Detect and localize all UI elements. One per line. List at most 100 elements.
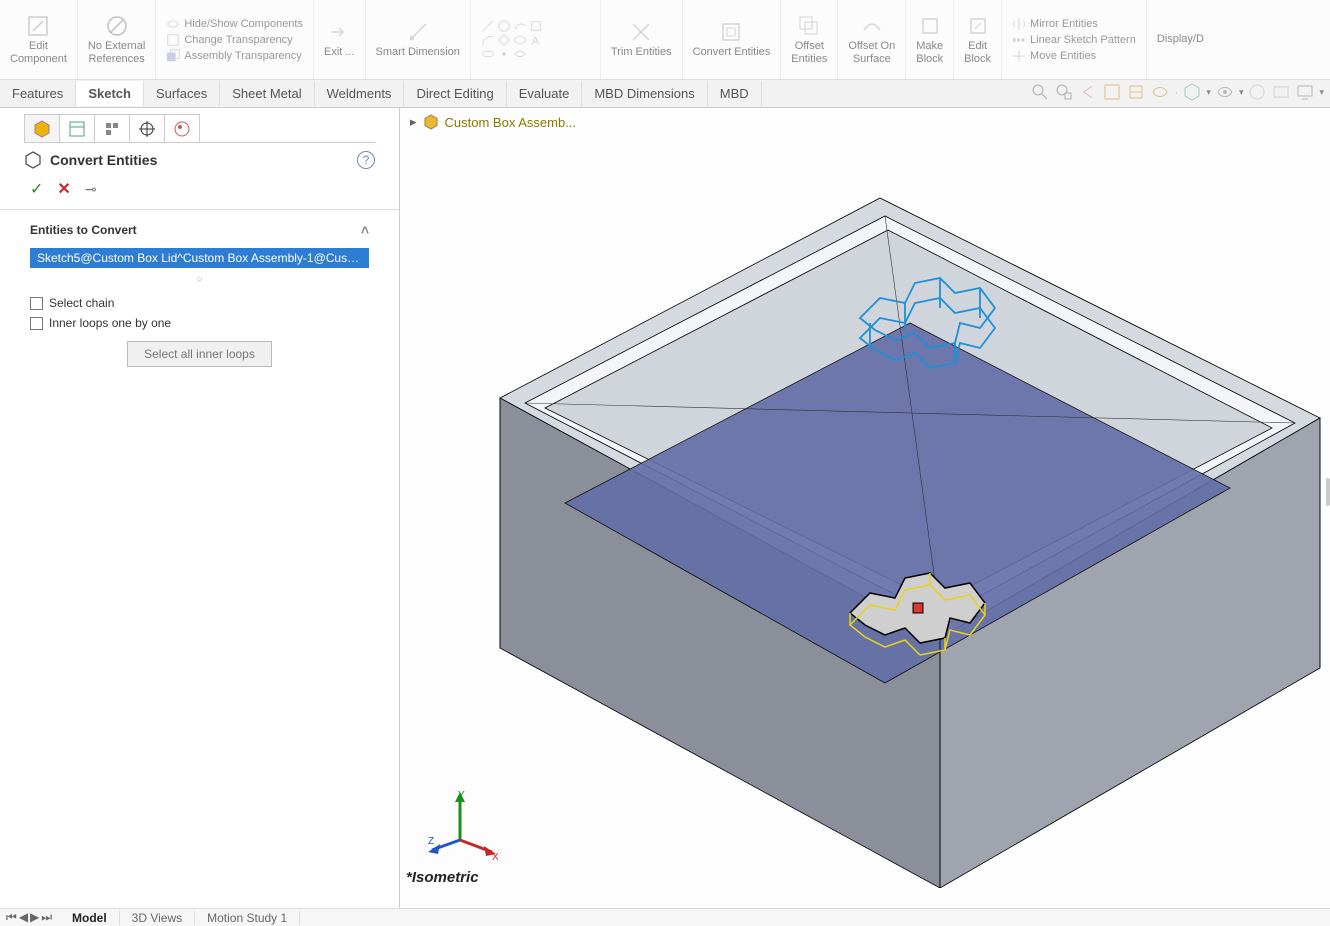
svg-text:Z: Z (428, 836, 434, 847)
orientation-triad[interactable]: Y X Z (428, 790, 498, 860)
point-icon (497, 47, 511, 61)
rb-assembly-transparency[interactable]: Assembly Transparency (166, 48, 301, 64)
vt-arrow1[interactable]: ▾ (1206, 87, 1211, 98)
linear-pattern-icon (1012, 33, 1026, 47)
nav-first-icon[interactable]: ⏮ (6, 910, 17, 925)
rb-line-row[interactable] (481, 19, 543, 33)
selection-item[interactable]: Sketch5@Custom Box Lid^Custom Box Assemb… (31, 249, 368, 267)
rb-no-ext-ref[interactable]: No External References (78, 0, 156, 79)
chk-label: Inner loops one by one (49, 316, 171, 330)
tab-sketch[interactable]: Sketch (76, 81, 144, 106)
pm-tab-config[interactable] (94, 114, 130, 142)
viewport[interactable]: ▸ Custom Box Assemb... (400, 108, 1330, 908)
pm-title: Convert Entities (24, 151, 157, 169)
nav-prev-icon[interactable]: ◀ (19, 910, 28, 925)
poly-icon (497, 33, 511, 47)
rb-arc-row[interactable]: A (481, 33, 543, 47)
tab-surfaces[interactable]: Surfaces (144, 81, 220, 106)
rb-make-block[interactable]: Make Block (906, 0, 954, 79)
bottom-tab-3dviews[interactable]: 3D Views (120, 911, 195, 925)
mirror-icon (1012, 17, 1026, 31)
rb-hide-show[interactable]: Hide/Show Components (166, 16, 303, 32)
bottom-tab-model[interactable]: Model (60, 911, 120, 925)
rb-move[interactable]: Move Entities (1012, 48, 1096, 64)
bottom-tabbar: ⏮ ◀ ▶ ⏭ Model 3D Views Motion Study 1 (0, 908, 1330, 926)
offset-icon (797, 14, 821, 38)
command-tabbar: Features Sketch Surfaces Sheet Metal Wel… (0, 80, 1330, 108)
breadcrumb-expand-icon[interactable]: ▸ (410, 114, 417, 130)
tab-mbd[interactable]: MBD (708, 81, 762, 106)
rb-pattern-group: Mirror Entities Linear Sketch Pattern Mo… (1002, 0, 1147, 79)
selection-list[interactable]: Sketch5@Custom Box Lid^Custom Box Assemb… (30, 248, 369, 268)
rb-offset[interactable]: Offset Entities (781, 0, 838, 79)
vt-arrow2[interactable]: ▾ (1239, 87, 1244, 98)
chk-select-chain[interactable]: Select chain (0, 293, 399, 313)
tab-weldments[interactable]: Weldments (315, 81, 405, 106)
rb-smart-dim[interactable]: Smart Dimension (366, 0, 471, 79)
offset-surf-icon (860, 14, 884, 38)
pushpin-button[interactable]: ⊸ (85, 181, 97, 198)
pm-tab-appearance[interactable] (164, 114, 200, 142)
rb-edit-component[interactable]: Edit Component (0, 0, 78, 79)
zoom-area-icon[interactable] (1054, 82, 1074, 102)
appearance-icon[interactable] (1247, 82, 1267, 102)
main-layout: Convert Entities ? ✓ ✕ ⊸ Entities to Con… (0, 108, 1330, 908)
bottom-nav[interactable]: ⏮ ◀ ▶ ⏭ (0, 910, 60, 925)
ribbon: Edit Component No External References Hi… (0, 0, 1330, 80)
section-entities[interactable]: Entities to Convert ˄ (0, 210, 399, 244)
rb-misc-row[interactable] (481, 47, 527, 61)
view-cube-icon[interactable] (1182, 82, 1202, 102)
rb-mirror[interactable]: Mirror Entities (1012, 16, 1098, 32)
make-block-icon (918, 14, 942, 38)
curve-icon (513, 47, 527, 61)
edit-component-icon (26, 14, 50, 38)
rb-offset-surf[interactable]: Offset On Surface (838, 0, 906, 79)
edit-block-icon (966, 14, 990, 38)
section-icon[interactable] (1102, 82, 1122, 102)
spline-icon (513, 19, 527, 33)
property-icon (68, 120, 86, 138)
scene-icon[interactable] (1271, 82, 1291, 102)
resize-grip[interactable]: ○ (0, 274, 399, 285)
pm-tab-feature[interactable] (24, 114, 60, 142)
view-toolbar: · ▾ ▾ ▾ (1030, 82, 1324, 102)
checkbox-icon[interactable] (30, 317, 43, 330)
convert-entities-icon (24, 151, 42, 169)
rb-convert[interactable]: Convert Entities (683, 0, 782, 79)
help-icon[interactable]: ? (357, 151, 375, 169)
cancel-button[interactable]: ✕ (57, 179, 70, 199)
display-style-icon[interactable] (1126, 82, 1146, 102)
slot-icon (481, 47, 495, 61)
nav-next-icon[interactable]: ▶ (30, 910, 39, 925)
zoom-fit-icon[interactable] (1030, 82, 1050, 102)
rb-display[interactable]: Display/D (1147, 0, 1214, 79)
checkbox-icon[interactable] (30, 297, 43, 310)
vt-arrow3[interactable]: ▾ (1319, 87, 1324, 98)
pm-tab-property[interactable] (59, 114, 95, 142)
tab-mbddim[interactable]: MBD Dimensions (582, 81, 707, 106)
scrollbar[interactable] (1326, 478, 1330, 506)
chk-inner-loops[interactable]: Inner loops one by one (0, 313, 399, 333)
hide-show-items-icon[interactable] (1150, 82, 1170, 102)
rb-change-transparency[interactable]: Change Transparency (166, 32, 292, 48)
convert-icon (719, 20, 743, 44)
vt-sep: · (1174, 85, 1178, 99)
rb-trim[interactable]: Trim Entities (601, 0, 683, 79)
pm-tab-dimxpert[interactable] (129, 114, 165, 142)
pm-tabs (24, 114, 375, 143)
bottom-tab-motion[interactable]: Motion Study 1 (195, 911, 300, 925)
tab-directediting[interactable]: Direct Editing (404, 81, 506, 106)
tab-evaluate[interactable]: Evaluate (507, 81, 583, 106)
select-all-inner-loops-button[interactable]: Select all inner loops (127, 341, 272, 367)
screen-icon[interactable] (1295, 82, 1315, 102)
eye-icon[interactable] (1215, 82, 1235, 102)
rb-linear-pattern[interactable]: Linear Sketch Pattern (1012, 32, 1136, 48)
tab-features[interactable]: Features (0, 81, 76, 106)
rb-edit-block[interactable]: Edit Block (954, 0, 1002, 79)
prev-view-icon[interactable] (1078, 82, 1098, 102)
ok-button[interactable]: ✓ (30, 179, 43, 199)
rb-exit[interactable]: Exit ... (314, 0, 366, 79)
tab-sheetmetal[interactable]: Sheet Metal (220, 81, 314, 106)
nav-last-icon[interactable]: ⏭ (41, 910, 52, 925)
feature-tree-icon (33, 120, 51, 138)
